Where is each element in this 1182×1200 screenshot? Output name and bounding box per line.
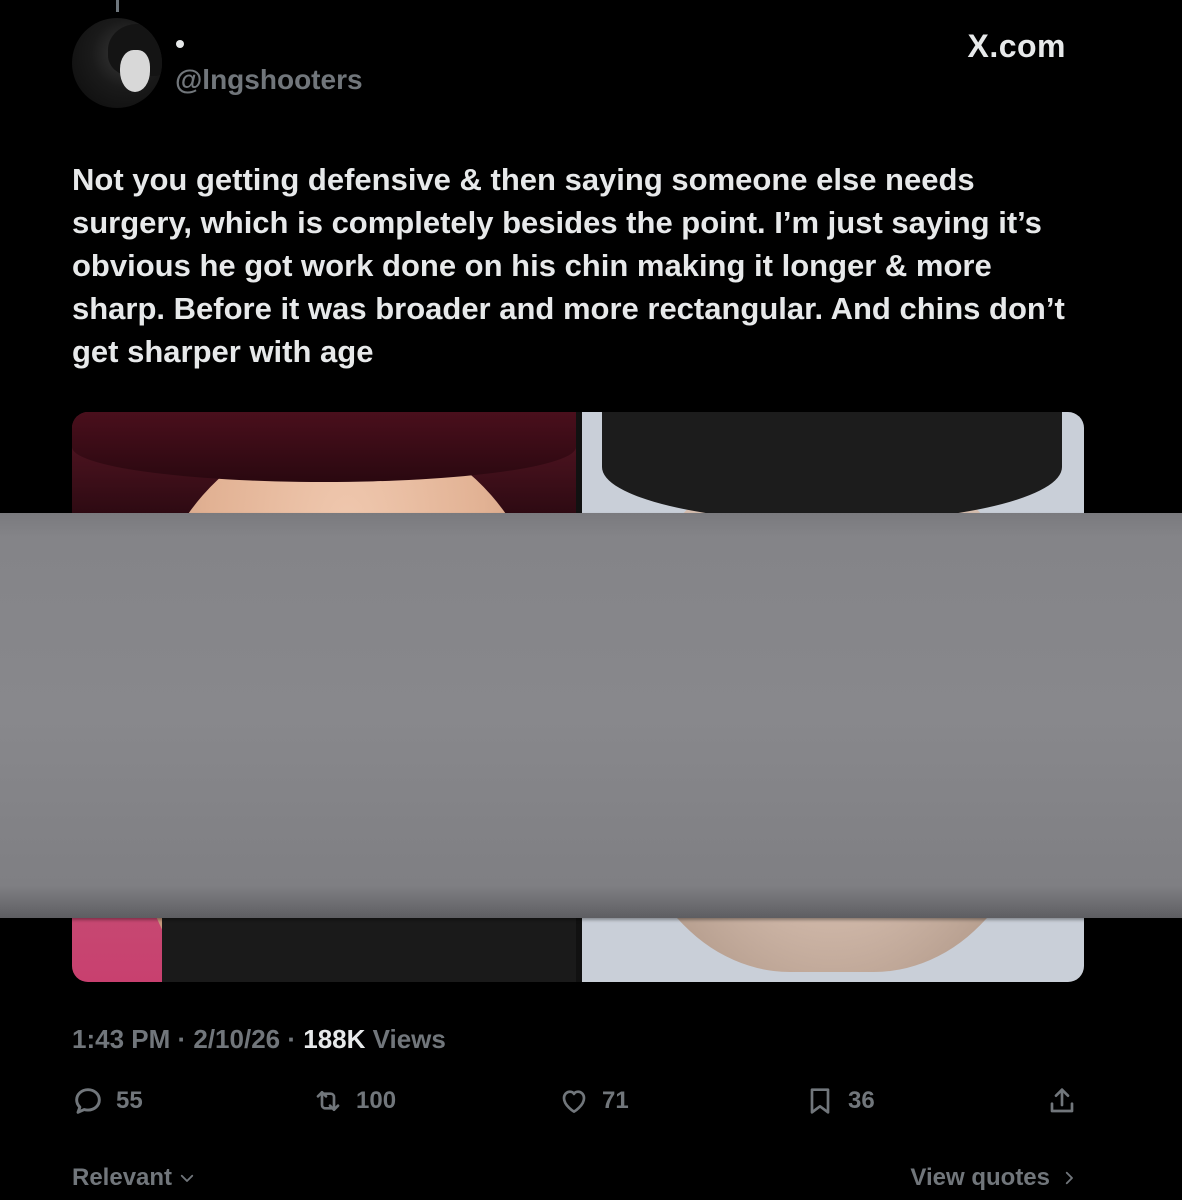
- view-quotes-link[interactable]: View quotes: [910, 1164, 1078, 1192]
- heart-icon: [562, 1090, 586, 1113]
- repost-button[interactable]: 100: [312, 1085, 396, 1117]
- view-quotes-label: View quotes: [910, 1164, 1050, 1191]
- bookmark-count: 36: [848, 1087, 875, 1114]
- views-label[interactable]: Views: [365, 1024, 446, 1054]
- hair-left: [72, 412, 576, 482]
- avatar[interactable]: [72, 18, 162, 108]
- tweet-date[interactable]: 2/10/26: [193, 1024, 280, 1054]
- reply-count: 55: [116, 1087, 143, 1114]
- share-button[interactable]: [1046, 1085, 1078, 1117]
- bookmark-button[interactable]: 36: [804, 1085, 875, 1117]
- bookmark-icon: [810, 1088, 830, 1114]
- redaction-bar: [0, 513, 1182, 918]
- action-bar: 55 100 71 36: [0, 1085, 1182, 1129]
- meta-separator: ·: [280, 1024, 304, 1054]
- like-button[interactable]: 71: [558, 1085, 629, 1117]
- sort-replies-button[interactable]: Relevant: [72, 1164, 196, 1192]
- display-name-dot: [176, 40, 184, 48]
- avatar-face: [120, 50, 150, 92]
- tweet-metadata: 1:43 PM · 2/10/26 · 188K Views: [72, 1024, 446, 1055]
- like-count: 71: [602, 1087, 629, 1114]
- share-icon: [1050, 1088, 1074, 1113]
- chevron-down-icon: [180, 1174, 194, 1182]
- jacket-left: [162, 912, 576, 982]
- meta-separator: ·: [170, 1024, 194, 1054]
- tweet-screenshot: @lngshooters X.com Not you getting defen…: [0, 0, 1182, 1200]
- user-handle[interactable]: @lngshooters: [175, 64, 363, 96]
- sort-label: Relevant: [72, 1164, 173, 1191]
- site-watermark: X.com: [967, 28, 1066, 64]
- tweet-time[interactable]: 1:43 PM: [72, 1024, 170, 1054]
- thread-line: [116, 0, 119, 12]
- repost-icon: [316, 1091, 340, 1111]
- repost-count: 100: [356, 1087, 397, 1114]
- reply-icon: [75, 1088, 101, 1114]
- chevron-right-icon: [1065, 1171, 1073, 1185]
- reply-button[interactable]: 55: [72, 1085, 143, 1117]
- hair-right: [602, 412, 1062, 522]
- views-count[interactable]: 188K: [303, 1024, 365, 1054]
- tweet-text: Not you getting defensive & then saying …: [72, 162, 1065, 369]
